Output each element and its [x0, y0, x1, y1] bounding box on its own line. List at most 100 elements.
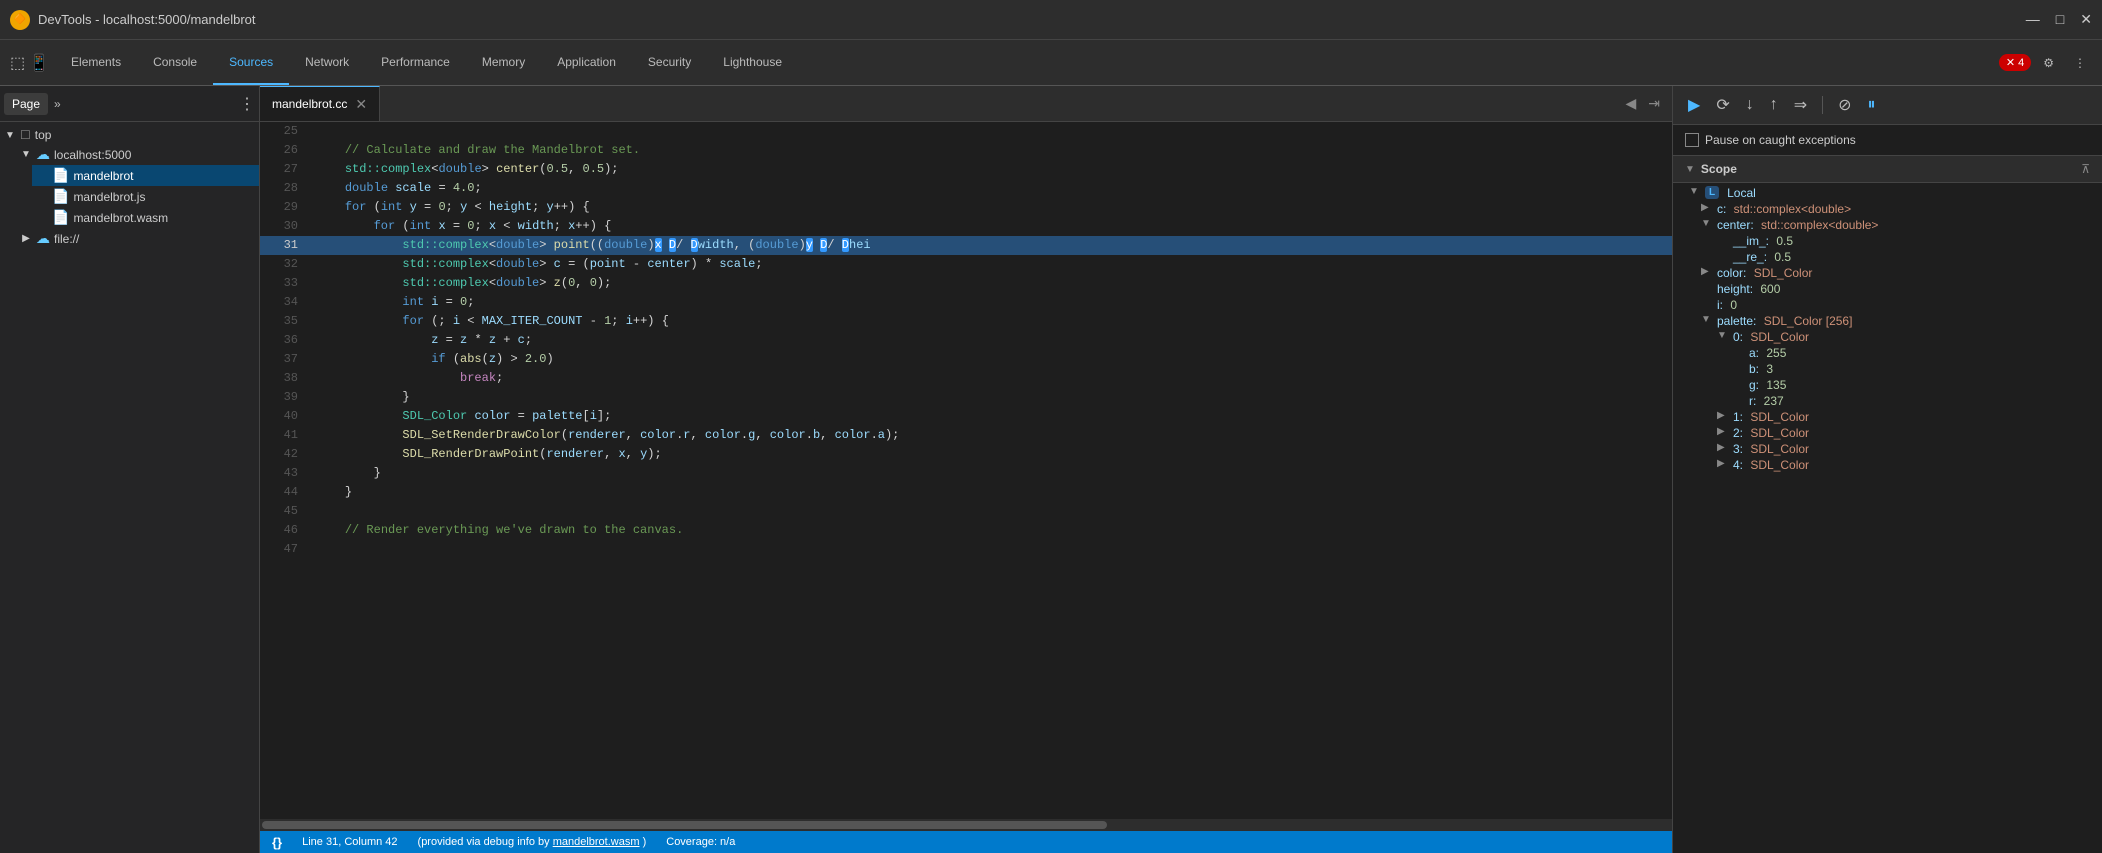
step-into-button[interactable]: ↓: [1741, 93, 1759, 117]
code-line-34: int i = 0;: [308, 293, 1672, 312]
code-line-26: // Calculate and draw the Mandelbrot set…: [308, 141, 1672, 160]
step-button[interactable]: ⇒: [1789, 92, 1812, 118]
resume-button[interactable]: ▶: [1683, 92, 1705, 118]
nav-tab-lighthouse[interactable]: Lighthouse: [707, 40, 798, 85]
palette-0-arrow: ▼: [1717, 330, 1729, 341]
nav-tab-network[interactable]: Network: [289, 40, 365, 85]
editor-tab-mandelbrot-cc[interactable]: mandelbrot.cc ✕: [260, 86, 380, 121]
device-icon[interactable]: 📱: [29, 53, 49, 73]
code-editor[interactable]: 25 26 27 28 29 30 31 32 33 34 35 36 37 3…: [260, 122, 1672, 819]
scope-item-r[interactable]: r: 237: [1673, 393, 2102, 409]
panel-dots-icon[interactable]: ⋮: [239, 94, 255, 114]
code-content[interactable]: // Calculate and draw the Mandelbrot set…: [308, 122, 1672, 819]
scope-item-palette-2[interactable]: ▶ 2: SDL_Color: [1673, 425, 2102, 441]
line-num-38: 38: [260, 369, 308, 388]
scope-item-palette[interactable]: ▼ palette: SDL_Color [256]: [1673, 313, 2102, 329]
format-icon[interactable]: {}: [272, 835, 282, 850]
center-arrow: ▼: [1701, 218, 1713, 229]
code-line-29: for (int y = 0; y < height; y++) {: [308, 198, 1672, 217]
file-tree: ▼ ☐ top ▼ ☁ localhost:5000 📄 mandelbrot …: [0, 122, 259, 853]
tab-close-button[interactable]: ✕: [355, 96, 367, 113]
code-line-42: SDL_RenderDrawPoint(renderer, x, y);: [308, 445, 1672, 464]
code-line-47: [308, 540, 1672, 559]
tree-item-file[interactable]: ▶ ☁ file://: [16, 228, 259, 249]
nav-tab-application[interactable]: Application: [541, 40, 632, 85]
settings-button[interactable]: ⚙: [2035, 52, 2062, 74]
re-key: __re_:: [1733, 250, 1770, 264]
scope-item-b[interactable]: b: 3: [1673, 361, 2102, 377]
nav-tab-sources[interactable]: Sources: [213, 40, 289, 85]
scope-item-a[interactable]: a: 255: [1673, 345, 2102, 361]
line-num-28: 28: [260, 179, 308, 198]
collapse-nav-button[interactable]: ◀: [1621, 93, 1640, 114]
maximize-button[interactable]: □: [2056, 11, 2064, 28]
scope-collapse-button[interactable]: ⊼: [2081, 162, 2090, 176]
code-line-31: std::complex<double> point((double)x D/ …: [308, 236, 1672, 255]
editor-statusbar: {} Line 31, Column 42 (provided via debu…: [260, 831, 1672, 853]
format-button[interactable]: ⇥: [1644, 93, 1664, 114]
height-val: 600: [1760, 282, 1780, 296]
inspect-icon[interactable]: ⬚: [10, 53, 25, 73]
line-num-41: 41: [260, 426, 308, 445]
more-button[interactable]: ⋮: [2066, 52, 2094, 74]
minimize-button[interactable]: —: [2026, 11, 2040, 28]
tree-item-top[interactable]: ▼ ☐ top: [0, 126, 259, 144]
palette-1-key: 1:: [1733, 410, 1746, 424]
origin-icon: ☁: [36, 146, 50, 163]
pause-button[interactable]: ⏸: [1863, 93, 1881, 117]
palette-4-val: SDL_Color: [1750, 458, 1809, 472]
close-button[interactable]: ✕: [2080, 11, 2092, 28]
step-over-button[interactable]: ⟳: [1711, 92, 1734, 118]
re-val: 0.5: [1774, 250, 1791, 264]
scope-item-re[interactable]: __re_: 0.5: [1673, 249, 2102, 265]
scope-item-im[interactable]: __im_: 0.5: [1673, 233, 2102, 249]
nav-tab-security[interactable]: Security: [632, 40, 707, 85]
tree-item-mandelbrot-wasm[interactable]: 📄 mandelbrot.wasm: [32, 207, 259, 228]
window-controls[interactable]: — □ ✕: [2026, 11, 2092, 28]
tree-item-mandelbrot[interactable]: 📄 mandelbrot: [32, 165, 259, 186]
line-num-35: 35: [260, 312, 308, 331]
horizontal-scrollbar[interactable]: [260, 819, 1672, 831]
source-link[interactable]: mandelbrot.wasm: [553, 836, 640, 848]
g-key: g:: [1749, 378, 1762, 392]
local-badge: L: [1705, 186, 1719, 199]
pause-exceptions-checkbox[interactable]: [1685, 133, 1699, 147]
step-out-button[interactable]: ↑: [1765, 93, 1783, 117]
scope-item-height[interactable]: height: 600: [1673, 281, 2102, 297]
nav-tab-performance[interactable]: Performance: [365, 40, 466, 85]
tree-item-mandelbrot-js[interactable]: 📄 mandelbrot.js: [32, 186, 259, 207]
scope-item-center[interactable]: ▼ center: std::complex<double>: [1673, 217, 2102, 233]
deactivate-button[interactable]: ⊘: [1833, 92, 1856, 118]
color-key: color:: [1717, 266, 1750, 280]
scope-header[interactable]: ▼ Scope ⊼: [1673, 156, 2102, 183]
scope-item-c[interactable]: ▶ c: std::complex<double>: [1673, 201, 2102, 217]
tab-page[interactable]: Page: [4, 93, 48, 115]
file-origin-icon: ☁: [36, 230, 50, 247]
titlebar-left: 🔶 DevTools - localhost:5000/mandelbrot: [10, 10, 256, 30]
more-tabs-icon[interactable]: »: [54, 97, 61, 111]
scope-item-palette-3[interactable]: ▶ 3: SDL_Color: [1673, 441, 2102, 457]
color-val: SDL_Color: [1754, 266, 1813, 280]
scope-item-color[interactable]: ▶ color: SDL_Color: [1673, 265, 2102, 281]
scroll-thumb[interactable]: [262, 821, 1107, 829]
scope-item-palette-0[interactable]: ▼ 0: SDL_Color: [1673, 329, 2102, 345]
scope-item-palette-1[interactable]: ▶ 1: SDL_Color: [1673, 409, 2102, 425]
palette-val: SDL_Color [256]: [1764, 314, 1853, 328]
tree-item-localhost[interactable]: ▼ ☁ localhost:5000: [16, 144, 259, 165]
scope-item-g[interactable]: g: 135: [1673, 377, 2102, 393]
nav-tab-memory[interactable]: Memory: [466, 40, 541, 85]
titlebar: 🔶 DevTools - localhost:5000/mandelbrot —…: [0, 0, 2102, 40]
r-val: 237: [1764, 394, 1784, 408]
scope-item-i[interactable]: i: 0: [1673, 297, 2102, 313]
error-badge[interactable]: ✕ 4: [1999, 54, 2031, 71]
palette-2-key: 2:: [1733, 426, 1746, 440]
toolbar-separator: [1822, 96, 1823, 114]
debugger-toolbar: ▶ ⟳ ↓ ↑ ⇒ ⊘ ⏸: [1673, 86, 2102, 125]
nav-tab-console[interactable]: Console: [137, 40, 213, 85]
nav-tab-elements[interactable]: Elements: [55, 40, 137, 85]
c-key: c:: [1717, 202, 1730, 216]
scope-item-palette-4[interactable]: ▶ 4: SDL_Color: [1673, 457, 2102, 473]
c-val: std::complex<double>: [1734, 202, 1851, 216]
scope-local-header[interactable]: ▼ L Local: [1673, 185, 2102, 201]
code-line-30: for (int x = 0; x < width; x++) {: [308, 217, 1672, 236]
